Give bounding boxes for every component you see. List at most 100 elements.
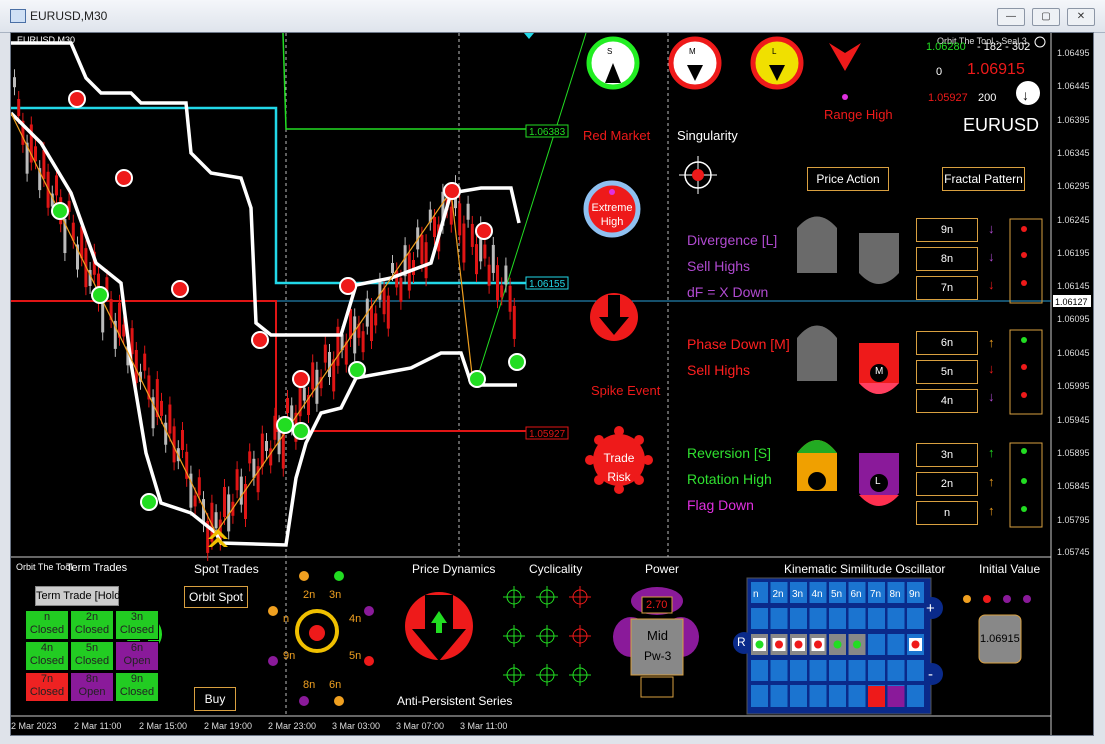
box-3n[interactable]: 3n — [916, 443, 978, 467]
svg-text:↓: ↓ — [988, 249, 995, 264]
chart-frame[interactable]: 1.06383 1.06155 1.05927 1.06127 ↓ ↓ ↓ ↑ … — [10, 32, 1094, 736]
price-action-button[interactable]: Price Action — [807, 167, 889, 191]
orbit-label: 5n — [349, 650, 362, 662]
kso-reset[interactable]: R — [737, 635, 746, 649]
svg-text:↓: ↓ — [1022, 87, 1029, 103]
price-tick: 1.05995 — [1057, 381, 1090, 391]
buy-button[interactable]: Buy — [194, 687, 236, 711]
chart-window-icon — [10, 9, 26, 23]
orbit-label: 2n — [303, 589, 316, 601]
svg-text:↓: ↓ — [988, 277, 995, 292]
window-titlebar: EURUSD,M30 — ▢ ✕ — [0, 0, 1105, 33]
svg-text:↑: ↑ — [988, 335, 995, 350]
red-line-label: 1.05927 — [529, 429, 566, 440]
svg-text:4n: 4n — [812, 589, 823, 600]
panel-s-text: Reversion [S] Rotation High Flag Down — [687, 440, 772, 518]
panel-m-line-1: Phase Down [M] — [687, 336, 790, 352]
power-pw: Pw-3 — [644, 649, 672, 663]
minimize-button[interactable]: — — [997, 8, 1025, 26]
close-button[interactable]: ✕ — [1067, 8, 1095, 26]
panel-l-line-1: Divergence [L] — [687, 232, 778, 248]
maximize-button[interactable]: ▢ — [1032, 8, 1060, 26]
term-trade-cell-2n[interactable]: 2n Closed — [70, 610, 114, 640]
price-tick: 1.06045 — [1057, 348, 1090, 358]
price-tick: 1.06345 — [1057, 148, 1090, 158]
header-stats: - 182 - 302 — [977, 41, 1031, 53]
svg-text:↑: ↑ — [988, 445, 995, 460]
orbit-label: 9n — [283, 650, 296, 662]
kso-title: Kinematic Similitude Oscillator — [784, 562, 946, 576]
term-trade-hold-button[interactable]: Term Trade [Hold] — [35, 586, 123, 606]
orbit-spot-button[interactable]: Orbit Spot — [184, 586, 248, 608]
red-market-label: Red Market — [583, 128, 651, 143]
svg-text:2n: 2n — [773, 589, 784, 600]
extreme-high-label: Extreme High — [591, 202, 633, 228]
orbit-label: 6n — [329, 679, 342, 691]
box-7n[interactable]: 7n — [916, 276, 978, 300]
term-trade-cell-6n[interactable]: 6n Open — [115, 641, 159, 671]
box-8n[interactable]: 8n — [916, 247, 978, 271]
box-9n[interactable]: 9n — [916, 218, 978, 242]
initial-value: 1.06915 — [980, 633, 1020, 645]
price-tick: 1.05895 — [1057, 448, 1090, 458]
time-tick: 2 Mar 19:00 — [204, 721, 253, 731]
box-5n[interactable]: 5n — [916, 360, 978, 384]
panel-s-line-1: Reversion [S] — [687, 445, 772, 461]
box-4n[interactable]: 4n — [916, 389, 978, 413]
price-tick: 1.06445 — [1057, 81, 1090, 91]
term-trade-cell-status: Open — [78, 686, 106, 698]
candlesticks — [13, 69, 516, 561]
term-trade-cell-7n[interactable]: 7n Closed — [25, 672, 69, 702]
term-trade-cell-3n[interactable]: 3n Closed — [115, 610, 159, 640]
orbit-label: 4n — [349, 613, 362, 625]
down-chevron-icon — [829, 43, 861, 71]
spread-right: 200 — [978, 92, 997, 104]
term-trade-cell-5n[interactable]: 5n Closed — [70, 641, 114, 671]
term-trade-cell-label: 5n — [85, 642, 99, 654]
s-label: S — [607, 47, 613, 56]
term-trade-cell-n[interactable]: n Closed — [25, 610, 69, 640]
range-high-label: Range High — [824, 107, 893, 122]
term-trade-cell-9n[interactable]: 9n Closed — [115, 672, 159, 702]
low-value: 1.05927 — [928, 92, 968, 104]
svg-text:5n: 5n — [831, 589, 842, 600]
svg-text:6n: 6n — [851, 589, 862, 600]
singularity-label: Singularity — [677, 128, 738, 143]
anti-persistent-label: Anti-Persistent Series — [397, 694, 513, 708]
svg-text:↓: ↓ — [988, 221, 995, 236]
box-n[interactable]: n — [916, 501, 978, 525]
time-tick: 2 Mar 23:00 — [268, 721, 317, 731]
panel-m-line-2: Sell Highs — [687, 362, 751, 378]
price-tick: 1.06095 — [1057, 314, 1090, 324]
term-trade-cell-status: Closed — [74, 624, 110, 636]
orbit-label: 3n — [329, 589, 342, 601]
term-trade-cell-status: Open — [123, 655, 151, 667]
term-trade-cell-status: Closed — [29, 624, 65, 636]
cyan-line-label: 1.06155 — [529, 279, 566, 290]
cyclicality-title: Cyclicality — [529, 562, 583, 576]
time-tick: 2 Mar 11:00 — [74, 721, 122, 731]
term-trade-cell-status: Closed — [119, 686, 155, 698]
time-tick: 2 Mar 15:00 — [139, 721, 188, 731]
current-price-tag: 1.06127 — [1055, 297, 1088, 307]
svg-text:↓: ↓ — [988, 361, 995, 376]
term-trade-cell-8n[interactable]: 8n Open — [70, 672, 114, 702]
price-chart[interactable]: 1.06383 1.06155 1.05927 1.06127 ↓ ↓ ↓ ↑ … — [11, 33, 1093, 735]
term-trade-cell-label: 7n — [40, 673, 54, 685]
term-trades-title: Term Trades — [66, 562, 128, 574]
price-tick: 1.05845 — [1057, 481, 1090, 491]
panel-m-text: Phase Down [M] Sell Highs — [687, 331, 790, 383]
svg-text:-: - — [928, 666, 933, 683]
term-trade-cell-label: 9n — [130, 673, 144, 685]
svg-text:9n: 9n — [909, 589, 920, 600]
l-label: L — [772, 47, 777, 56]
fractal-pattern-button[interactable]: Fractal Pattern — [942, 167, 1025, 191]
svg-text:8n: 8n — [890, 589, 901, 600]
orbit-tool-title: Orbit The Tool — [16, 562, 73, 572]
box-2n[interactable]: 2n — [916, 472, 978, 496]
orbit-label: 8n — [303, 679, 316, 691]
box-6n[interactable]: 6n — [916, 331, 978, 355]
panel-s-line-3: Flag Down — [687, 497, 754, 513]
term-trade-cell-4n[interactable]: 4n Closed — [25, 641, 69, 671]
m-phase-label: M — [875, 366, 884, 377]
